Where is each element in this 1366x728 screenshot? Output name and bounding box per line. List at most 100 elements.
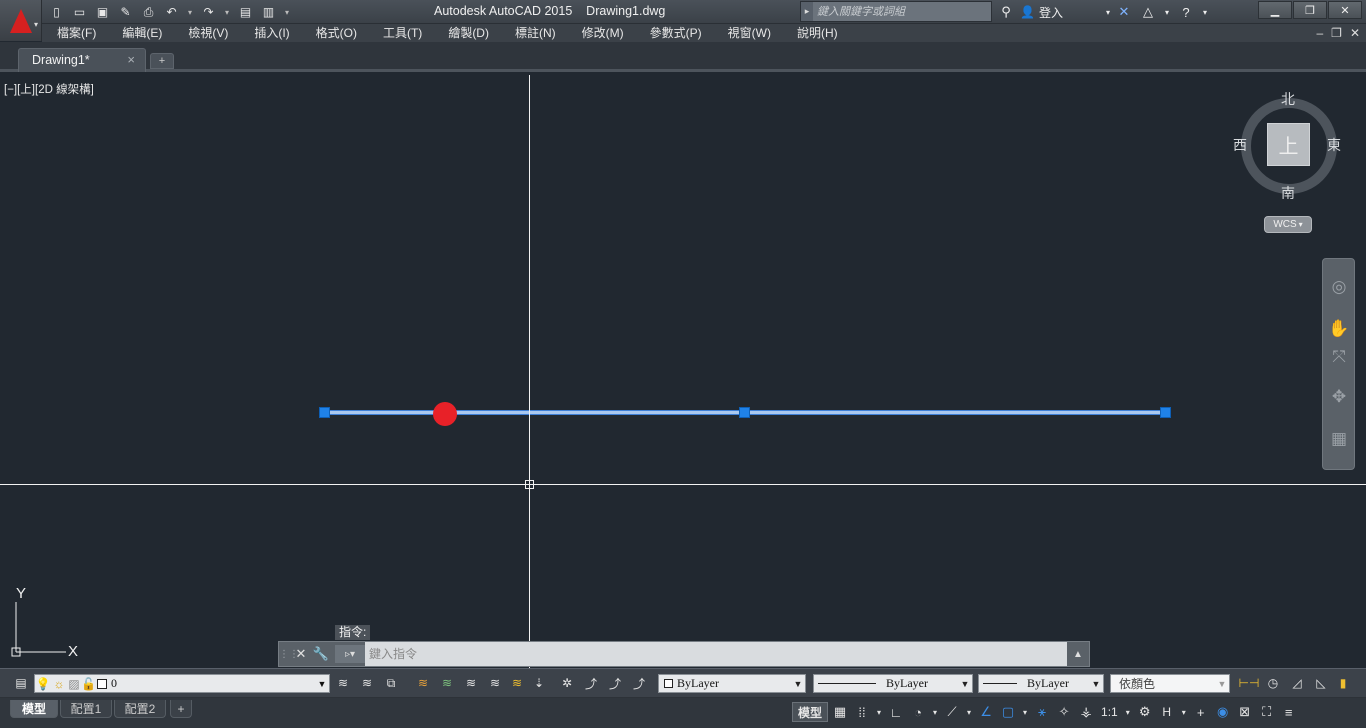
radius-dimension-icon[interactable]: ◷ [1264,674,1282,692]
turn-all-layers-on-icon[interactable]: ✲ [558,674,576,692]
match-properties-icon[interactable]: ▤ [235,2,256,22]
application-menu-button[interactable]: ▾ [0,0,42,41]
match-layer-icon[interactable]: ≋ [358,674,376,692]
compass-south[interactable]: 南 [1281,183,1295,203]
plotstyle-dropdown[interactable]: 依顏色 ▼ [1110,674,1230,693]
color-dropdown[interactable]: ByLayer ▼ [658,674,806,693]
print-icon[interactable]: ⎙ [138,2,159,22]
compass-east[interactable]: 東 [1327,135,1341,155]
menu-draw[interactable]: 繪製(D) [435,24,502,42]
polar-tracking-icon[interactable]: ◔ [908,702,928,722]
recent-commands-icon[interactable]: ▹▾ [335,645,365,663]
redo-dropdown-icon[interactable]: ▾ [221,2,233,22]
search-input[interactable] [813,2,991,21]
workspace-gear-icon[interactable]: ⚙ [1135,702,1155,722]
close-icon[interactable]: × [127,52,135,67]
annotation-visibility-icon[interactable]: ⚹ [1032,702,1052,722]
annotation-scale-value[interactable]: 1:1 [1098,702,1121,722]
exchange-apps-icon[interactable]: ✕ [1114,2,1134,22]
doc-close-icon[interactable]: ✕ [1350,24,1360,42]
new-file-icon[interactable]: ▯ [46,2,67,22]
add-layout-button[interactable]: + [170,700,192,718]
midpoint-grip[interactable] [739,407,750,418]
snap-dropdown-icon[interactable]: ▾ [874,702,884,722]
undo-dropdown-icon[interactable]: ▾ [184,2,196,22]
isolate-objects-icon[interactable]: ◉ [1213,702,1233,722]
layout-tab-model[interactable]: 模型 [10,700,58,718]
save-as-icon[interactable]: ✎ [115,2,136,22]
save-icon[interactable]: ▣ [92,2,113,22]
auto-scale-icon[interactable]: ✧ [1054,702,1074,722]
layer-lock-icon[interactable]: ≋ [508,674,526,692]
steering-wheel-icon[interactable]: ◎ [1327,275,1351,299]
model-space-button[interactable]: 模型 [792,702,829,722]
layout-tab-layout1[interactable]: 配置1 [60,700,112,718]
ortho-icon[interactable]: ∟ [886,702,906,722]
wrench-icon[interactable]: 🔧 [311,646,331,662]
viewport-controls-label[interactable]: [−][上][2D 線架構] [4,81,94,97]
doc-minimize-icon[interactable]: – [1316,24,1323,42]
annotation-scale-icon[interactable]: ⚶ [1076,702,1096,722]
make-current-layer-icon[interactable]: ≋ [334,674,352,692]
stay-connected-icon[interactable]: △ [1138,2,1158,22]
lineweight-dropdown[interactable]: ByLayer ▼ [978,674,1104,693]
unlock-layer-icon[interactable]: ⤴ [606,674,624,692]
compass-west[interactable]: 西 [1233,135,1247,155]
layer-off-icon[interactable]: ≋ [486,674,504,692]
undo-icon[interactable]: ↶ [161,2,182,22]
minimize-button[interactable]: ▁ [1258,1,1292,19]
layer-walk-icon[interactable]: ⇣ [530,674,548,692]
viewcube[interactable]: 上 北 南 西 東 [1232,89,1342,201]
add-icon[interactable]: + [1191,702,1211,722]
layer-freeze-icon[interactable]: ≋ [462,674,480,692]
object-snap-tracking-icon[interactable]: ∠ [976,702,996,722]
layer-dropdown[interactable]: 💡 ☼ ▨ 🔓 0 ▼ [34,674,330,693]
linetype-dropdown[interactable]: ByLayer ▼ [813,674,973,693]
viewcube-top-face[interactable]: 上 [1267,123,1310,166]
layer-unisolate-icon[interactable]: ≋ [438,674,456,692]
previous-layer-icon[interactable]: ⧉ [382,674,400,692]
menu-view[interactable]: 檢視(V) [175,24,241,42]
menu-help[interactable]: 說明(H) [784,24,851,42]
menu-dimension[interactable]: 標註(N) [502,24,569,42]
grid-icon[interactable]: ▦ [830,702,850,722]
osnap-dropdown-icon[interactable]: ▾ [1020,702,1030,722]
tolerance-icon[interactable]: ▮ [1334,674,1352,692]
menu-parametric[interactable]: 參數式(P) [637,24,715,42]
pan-hand-icon[interactable]: ✋ [1327,317,1351,341]
endpoint-grip-left[interactable] [319,407,330,418]
drag-handle-icon[interactable]: ⋮⋮ [279,649,299,660]
layer-properties-icon[interactable]: ▤ [12,674,30,692]
menu-modify[interactable]: 修改(M) [569,24,637,42]
zoom-extents-icon[interactable]: ⤧ [1327,345,1351,369]
menu-window[interactable]: 視窗(W) [715,24,784,42]
redo-icon[interactable]: ↷ [198,2,219,22]
binoculars-icon[interactable]: ⚲ [996,2,1016,22]
doc-restore-icon[interactable]: ❐ [1331,24,1342,42]
connect-dropdown-icon[interactable]: ▾ [1162,2,1172,22]
layer-isolate-icon[interactable]: ≋ [414,674,432,692]
command-input[interactable] [365,642,1067,666]
help-dropdown-icon[interactable]: ▾ [1200,2,1210,22]
menu-tools[interactable]: 工具(T) [370,24,435,42]
linear-dimension-icon[interactable]: ⊢⊣ [1239,674,1260,692]
search-expand-icon[interactable]: ▸ [801,6,813,17]
thaw-all-layers-icon[interactable]: ⤴ [582,674,600,692]
menu-file[interactable]: 檔案(F) [44,24,109,42]
close-icon[interactable]: ✕ [291,646,311,662]
isodraft-icon[interactable]: ⟋ [942,702,962,722]
menu-insert[interactable]: 插入(I) [241,24,302,42]
chevron-up-icon[interactable]: ▲ [1067,649,1089,660]
wcs-menu-button[interactable]: WCS ▾ [1264,216,1312,233]
restore-button[interactable]: ❐ [1293,1,1327,19]
plot-preview-icon[interactable]: ▥ [258,2,279,22]
angular-dimension-icon[interactable]: ◿ [1288,674,1306,692]
clean-screen-icon[interactable]: ⛶ [1257,702,1277,722]
menu-format[interactable]: 格式(O) [303,24,370,42]
polar-dropdown-icon[interactable]: ▾ [930,702,940,722]
orbit-icon[interactable]: ✥ [1327,385,1351,409]
customization-icon[interactable]: ≡ [1279,702,1299,722]
endpoint-grip-right[interactable] [1160,407,1171,418]
new-tab-button[interactable]: + [150,53,174,69]
sign-in-button[interactable]: 👤 登入 ▾ [1020,4,1110,21]
